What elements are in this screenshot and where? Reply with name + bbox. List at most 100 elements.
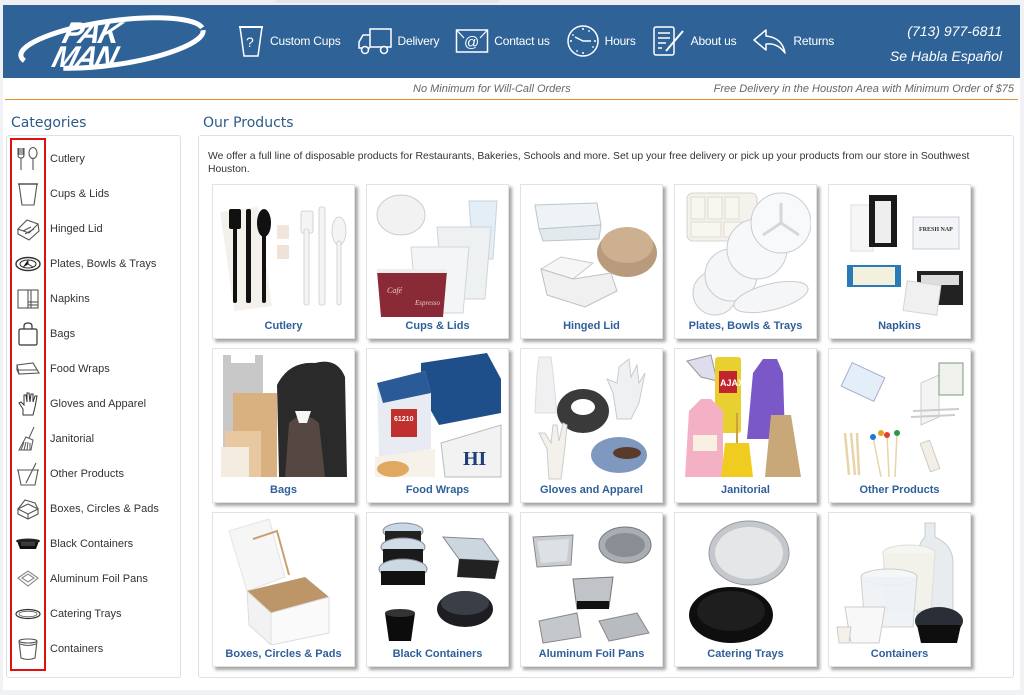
- phone-number[interactable]: (713) 977-6811: [890, 19, 1002, 44]
- foil-pan-icon: [17, 569, 39, 587]
- cup-icon: [18, 182, 38, 206]
- bag-icon: [18, 321, 38, 346]
- svg-text:HI: HI: [463, 448, 487, 470]
- sidebar-item-bags[interactable]: Bags: [10, 316, 180, 351]
- other-products-image: [840, 361, 964, 478]
- janitorial-image: AJAX: [685, 354, 801, 477]
- category-label: Janitorial: [50, 432, 95, 445]
- containers-image: [836, 522, 963, 644]
- nav-about-us[interactable]: About us: [652, 24, 737, 58]
- bags-image: [221, 355, 347, 477]
- sidebar-item-cups-lids[interactable]: Cups & Lids: [10, 176, 180, 211]
- product-card-black-containers[interactable]: Black Containers: [366, 512, 509, 667]
- product-card-catering-trays[interactable]: Catering Trays: [674, 512, 817, 667]
- will-call-note: No Minimum for Will-Call Orders: [413, 83, 571, 95]
- products-heading: Our Products: [203, 115, 294, 131]
- category-label: Cups & Lids: [50, 187, 110, 200]
- other-products-icon: [17, 462, 39, 486]
- hinged-lid-image: [534, 202, 657, 308]
- product-card-other-products[interactable]: Other Products: [828, 348, 971, 503]
- pakman-logo[interactable]: PAK MAN: [17, 13, 207, 71]
- category-label: Napkins: [50, 292, 90, 305]
- category-label: Black Containers: [50, 537, 134, 550]
- category-list: Cutlery Cups & Lids Hinged Lid Plates, B…: [10, 141, 180, 666]
- nav-hours[interactable]: Hours: [566, 24, 636, 58]
- category-label: Gloves and Apparel: [50, 397, 147, 410]
- nav-returns[interactable]: Returns: [752, 27, 834, 55]
- cups-lids-image: Café Espresso: [376, 194, 498, 317]
- product-card-plates[interactable]: Plates, Bowls & Trays: [674, 184, 817, 339]
- custom-cup-icon: ?: [239, 26, 263, 57]
- sidebar-item-black-containers[interactable]: Black Containers: [10, 526, 180, 561]
- envelope-at-icon: @: [456, 29, 489, 53]
- product-card-foil-pans[interactable]: Aluminum Foil Pans: [520, 512, 663, 667]
- sidebar-item-boxes[interactable]: Boxes, Circles & Pads: [10, 491, 180, 526]
- product-card-label: Boxes, Circles & Pads: [225, 648, 342, 660]
- black-containers-image: [378, 522, 501, 641]
- product-card-label: Black Containers: [392, 648, 483, 660]
- product-card-label: Gloves and Apparel: [540, 484, 643, 496]
- box-icon: [16, 498, 40, 520]
- products-intro: We offer a full line of disposable produ…: [208, 151, 970, 175]
- nav-label: Returns: [793, 34, 835, 48]
- product-card-label: Napkins: [878, 320, 921, 332]
- return-arrow-icon: [753, 29, 787, 54]
- boxes-image: [228, 518, 330, 645]
- black-container-icon: [16, 538, 40, 549]
- svg-text:FRESH NAP: FRESH NAP: [919, 227, 953, 233]
- product-card-janitorial[interactable]: AJAX Janitorial: [674, 348, 817, 503]
- product-card-napkins[interactable]: FRESH NAP Napkins: [828, 184, 971, 339]
- product-card-food-wraps[interactable]: 61210 HI Food Wraps: [366, 348, 509, 503]
- sidebar-item-containers[interactable]: Containers: [10, 631, 180, 666]
- foil-pans-image: [532, 526, 652, 644]
- nav-label: Contact us: [494, 34, 550, 48]
- category-label: Cutlery: [50, 152, 85, 165]
- category-label: Bags: [50, 327, 76, 340]
- sidebar-item-napkins[interactable]: Napkins: [10, 281, 180, 316]
- nav-delivery[interactable]: Delivery: [357, 26, 439, 56]
- sidebar-item-gloves[interactable]: Gloves and Apparel: [10, 386, 180, 421]
- svg-text:Café: Café: [387, 286, 403, 295]
- gloves-image: [534, 356, 647, 480]
- sidebar-item-other-products[interactable]: Other Products: [10, 456, 180, 491]
- product-card-gloves[interactable]: Gloves and Apparel: [520, 348, 663, 503]
- catering-trays-image: [689, 520, 790, 643]
- contact-info: (713) 977-6811 Se Habla Español: [890, 19, 1002, 69]
- language-note: Se Habla Español: [889, 48, 1002, 64]
- product-card-label: Containers: [870, 648, 929, 660]
- product-card-label: Bags: [270, 484, 297, 496]
- product-card-label: Other Products: [859, 484, 940, 496]
- product-card-boxes[interactable]: Boxes, Circles & Pads: [212, 512, 355, 667]
- svg-text:Espresso: Espresso: [414, 299, 441, 307]
- nav-label: Custom Cups: [270, 34, 341, 48]
- product-card-bags[interactable]: Bags: [212, 348, 355, 503]
- product-card-cups-lids[interactable]: Café Espresso Cups & Lids: [366, 184, 509, 339]
- sidebar-item-catering-trays[interactable]: Catering Trays: [10, 596, 180, 631]
- plate-icon: [15, 256, 41, 271]
- header-nav: ? Custom Cups Delivery @ Contact us Hour…: [237, 17, 850, 65]
- product-card-label: Aluminum Foil Pans: [538, 648, 645, 660]
- sidebar-item-food-wraps[interactable]: Food Wraps: [10, 351, 180, 386]
- product-card-containers[interactable]: Containers: [828, 512, 971, 667]
- nav-label: About us: [690, 34, 737, 48]
- category-label: Food Wraps: [50, 362, 110, 375]
- product-card-hinged-lid[interactable]: Hinged Lid: [520, 184, 663, 339]
- sidebar-item-hinged-lid[interactable]: Hinged Lid: [10, 211, 180, 246]
- sidebar-item-janitorial[interactable]: Janitorial: [10, 421, 180, 456]
- sidebar-item-plates[interactable]: Plates, Bowls & Trays: [10, 246, 180, 281]
- product-card-cutlery[interactable]: Cutlery: [212, 184, 355, 339]
- sidebar-item-foil-pans[interactable]: Aluminum Foil Pans: [10, 561, 180, 596]
- svg-text:AJAX: AJAX: [720, 378, 744, 388]
- category-label: Other Products: [50, 467, 124, 480]
- nav-custom-cups[interactable]: ? Custom Cups: [237, 23, 341, 59]
- divider-line: [5, 99, 1018, 100]
- napkins-image: FRESH NAP: [847, 195, 963, 316]
- category-label: Catering Trays: [50, 607, 122, 620]
- sidebar-item-cutlery[interactable]: Cutlery: [10, 141, 180, 176]
- catering-tray-icon: [15, 608, 41, 619]
- category-label: Aluminum Foil Pans: [50, 572, 148, 585]
- svg-text:MAN: MAN: [49, 40, 123, 71]
- nav-contact-us[interactable]: @ Contact us: [455, 28, 550, 54]
- product-card-label: Catering Trays: [707, 648, 784, 660]
- napkin-icon: [17, 288, 39, 309]
